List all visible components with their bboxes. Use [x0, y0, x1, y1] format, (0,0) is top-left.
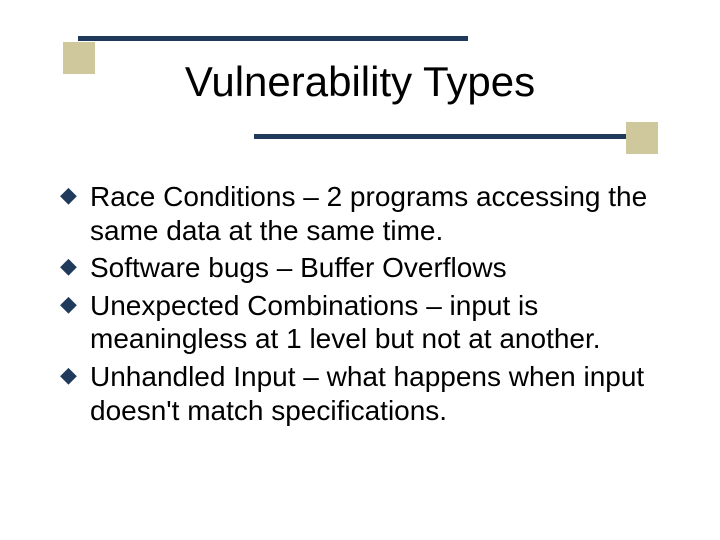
mid-horizontal-rule [254, 134, 644, 139]
bullet-text: Race Conditions – 2 programs accessing t… [90, 181, 647, 246]
slide-body: ◆ Race Conditions – 2 programs accessing… [60, 180, 666, 431]
bullet-icon: ◆ [60, 362, 77, 388]
list-item: ◆ Software bugs – Buffer Overflows [60, 251, 666, 285]
list-item: ◆ Race Conditions – 2 programs accessing… [60, 180, 666, 247]
mid-accent-square [626, 122, 658, 154]
bullet-text: Software bugs – Buffer Overflows [90, 252, 507, 283]
slide-title: Vulnerability Types [0, 58, 720, 106]
bullet-icon: ◆ [60, 291, 77, 317]
bullet-icon: ◆ [60, 253, 77, 279]
list-item: ◆ Unexpected Combinations – input is mea… [60, 289, 666, 356]
bullet-text: Unhandled Input – what happens when inpu… [90, 361, 644, 426]
bullet-text: Unexpected Combinations – input is meani… [90, 290, 601, 355]
bullet-icon: ◆ [60, 182, 77, 208]
list-item: ◆ Unhandled Input – what happens when in… [60, 360, 666, 427]
slide: Vulnerability Types ◆ Race Conditions – … [0, 0, 720, 540]
top-horizontal-rule [78, 36, 468, 41]
